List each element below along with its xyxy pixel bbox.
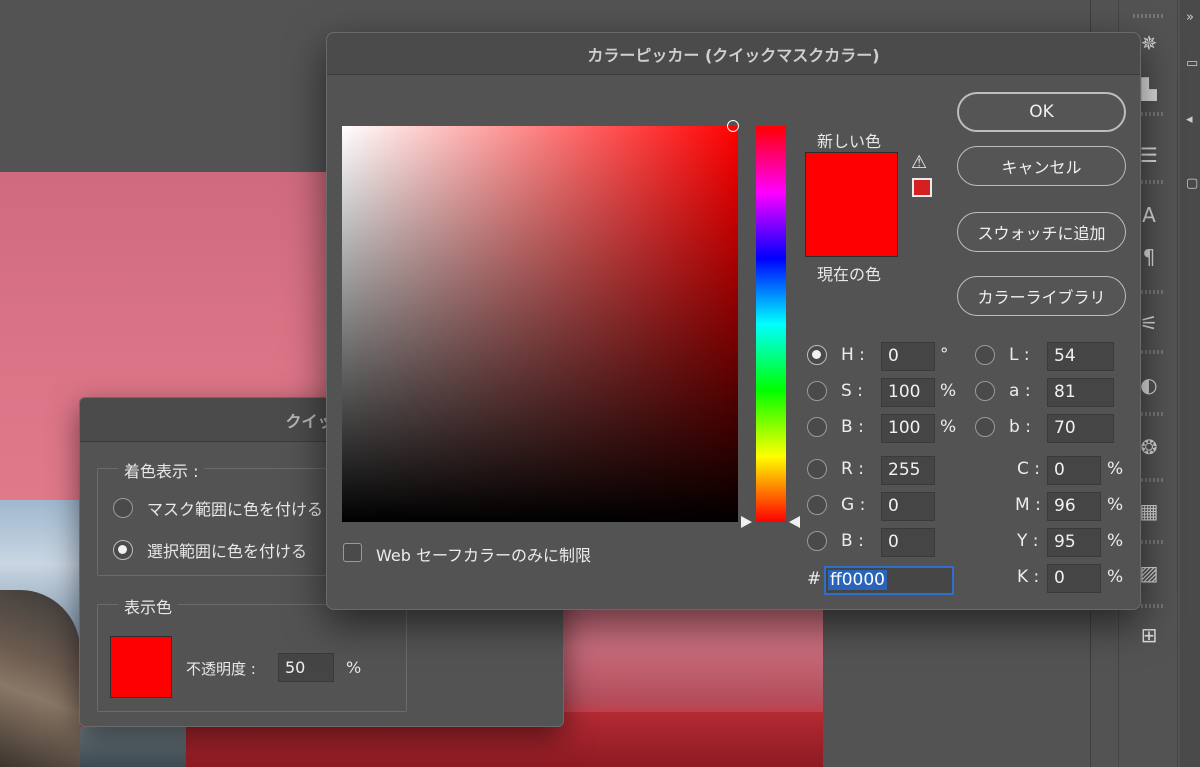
yellow-input[interactable]: 95 <box>1047 528 1101 557</box>
hue-row: H : <box>807 345 865 365</box>
out-of-gamut-warning-icon[interactable]: ⚠ <box>911 153 933 173</box>
hex-input[interactable]: ff0000 <box>824 566 954 595</box>
color-field[interactable] <box>342 126 738 522</box>
opacity-unit: % <box>346 658 362 677</box>
red-input[interactable]: 255 <box>881 456 935 485</box>
red-label: R : <box>841 459 864 479</box>
panel-icon[interactable]: ▢ <box>1186 176 1200 192</box>
radio-button[interactable] <box>113 498 133 518</box>
radio-label: 選択範囲に色を付ける <box>147 542 308 561</box>
lab-a-input[interactable]: 81 <box>1047 378 1114 407</box>
selected-areas-option[interactable]: 選択範囲に色を付ける <box>113 538 307 562</box>
lab-a-label: a : <box>1009 381 1031 401</box>
new-color-swatch <box>805 152 898 205</box>
yellow-label: Y : <box>1017 531 1039 551</box>
arrow-left-icon[interactable]: ◂ <box>1186 112 1200 128</box>
opacity-label: 不透明度 : <box>186 660 256 678</box>
blue-input[interactable]: 0 <box>881 528 935 557</box>
yellow-unit: % <box>1107 531 1124 551</box>
saturation-row: S : <box>807 381 863 401</box>
green-row: G : <box>807 495 865 515</box>
lab-l-radio[interactable] <box>975 345 995 365</box>
canvas-water-area <box>80 727 190 767</box>
lab-l-label: L : <box>1009 345 1030 365</box>
dialog-titlebar[interactable]: カラーピッカー (クイックマスクカラー) <box>327 33 1140 75</box>
green-input[interactable]: 0 <box>881 492 935 521</box>
lab-l-input[interactable]: 54 <box>1047 342 1114 371</box>
swatches-icon[interactable]: ⊞ <box>1136 622 1162 648</box>
web-safe-checkbox[interactable] <box>343 543 362 562</box>
lab-b-input[interactable]: 70 <box>1047 414 1114 443</box>
radio-label: マスク範囲に色を付ける <box>147 500 324 519</box>
hex-value-selected: ff0000 <box>828 570 887 590</box>
lab-b-label: b : <box>1009 417 1031 437</box>
cyan-input[interactable]: 0 <box>1047 456 1101 485</box>
masked-areas-option[interactable]: マスク範囲に色を付ける <box>113 496 323 520</box>
lab-l-row: L : <box>975 345 1030 365</box>
hue-input[interactable]: 0 <box>881 342 935 371</box>
saturation-input[interactable]: 100 <box>881 378 935 407</box>
current-color-swatch[interactable] <box>805 205 898 257</box>
black-label: K : <box>1017 567 1040 587</box>
lab-a-radio[interactable] <box>975 381 995 401</box>
hue-slider[interactable] <box>756 126 786 522</box>
saturation-radio[interactable] <box>807 381 827 401</box>
canvas-boat-area <box>0 590 80 767</box>
brightness-label: B : <box>841 417 864 437</box>
red-row: R : <box>807 459 864 479</box>
color-indicates-legend: 着色表示 : <box>118 458 205 482</box>
hue-slider-right-arrow-icon[interactable] <box>789 516 800 528</box>
saturation-unit: % <box>940 381 957 401</box>
ok-button[interactable]: OK <box>957 92 1126 132</box>
magenta-label: M : <box>1015 495 1041 515</box>
collapse-icon[interactable]: » <box>1186 10 1200 26</box>
hex-prefix: # <box>807 569 822 589</box>
green-label: G : <box>841 495 866 515</box>
cyan-label: C : <box>1017 459 1041 479</box>
color-picker-dialog: カラーピッカー (クイックマスクカラー) 新しい色 現在の色 ⚠ OK キャンセ… <box>326 32 1141 610</box>
web-safe-label: Web セーフカラーのみに制限 <box>376 546 592 565</box>
color-libraries-button[interactable]: カラーライブラリ <box>957 276 1126 316</box>
lab-a-row: a : <box>975 381 1031 401</box>
hue-slider-left-arrow-icon[interactable] <box>741 516 752 528</box>
hue-label: H : <box>841 345 865 365</box>
brightness-input[interactable]: 100 <box>881 414 935 443</box>
green-radio[interactable] <box>807 495 827 515</box>
blue-label: B : <box>841 531 864 551</box>
brightness-row: B : <box>807 417 864 437</box>
color-field-marker[interactable] <box>727 120 739 132</box>
new-color-label: 新しい色 <box>817 132 882 151</box>
black-unit: % <box>1107 567 1124 587</box>
cancel-button[interactable]: キャンセル <box>957 146 1126 186</box>
mask-color-legend: 表示色 <box>118 594 179 618</box>
lab-b-radio[interactable] <box>975 417 995 437</box>
blue-row: B : <box>807 531 864 551</box>
lab-b-row: b : <box>975 417 1031 437</box>
black-input[interactable]: 0 <box>1047 564 1101 593</box>
cyan-unit: % <box>1107 459 1124 479</box>
current-color-label: 現在の色 <box>817 265 882 284</box>
hue-unit: ° <box>940 345 949 365</box>
saturation-label: S : <box>841 381 863 401</box>
hue-radio[interactable] <box>807 345 827 365</box>
brightness-unit: % <box>940 417 957 437</box>
gamut-correction-swatch[interactable] <box>912 178 932 197</box>
red-radio[interactable] <box>807 459 827 479</box>
dock-grip[interactable] <box>1133 14 1163 18</box>
panel-icon[interactable]: ▭ <box>1186 56 1200 72</box>
dialog-title: カラーピッカー (クイックマスクカラー) <box>587 45 880 65</box>
blue-radio[interactable] <box>807 531 827 551</box>
opacity-input[interactable]: 50 <box>278 653 334 682</box>
magenta-input[interactable]: 96 <box>1047 492 1101 521</box>
brightness-radio[interactable] <box>807 417 827 437</box>
radio-button[interactable] <box>113 540 133 560</box>
add-to-swatches-button[interactable]: スウォッチに追加 <box>957 212 1126 252</box>
mask-color-swatch[interactable] <box>110 636 172 698</box>
magenta-unit: % <box>1107 495 1124 515</box>
